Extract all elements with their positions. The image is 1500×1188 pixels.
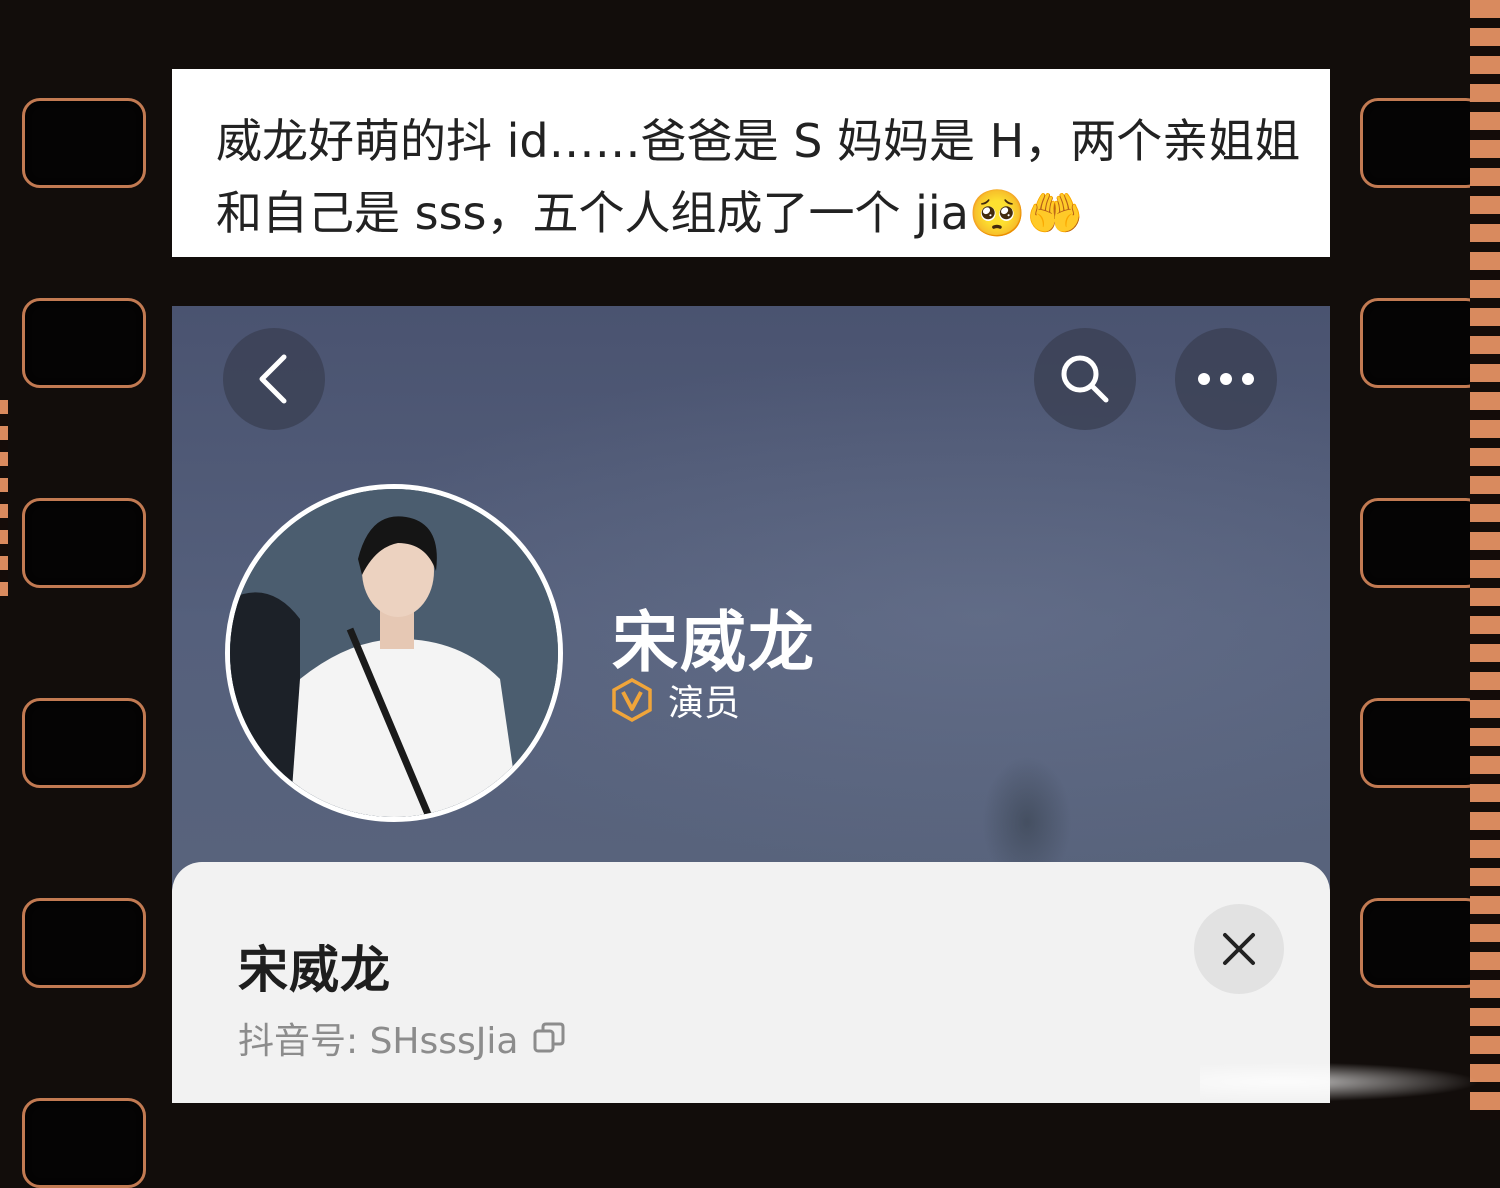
close-icon [1223, 933, 1255, 965]
film-perforation [22, 98, 146, 188]
avatar-photo [230, 489, 558, 817]
more-dots-icon [1198, 373, 1254, 385]
douyin-id-row: 抖音号: SHsssJia [238, 1012, 566, 1064]
profile-sheet: 宋威龙 抖音号: SHsssJia [172, 862, 1330, 1103]
profile-name: 宋威龙 [612, 604, 816, 681]
douyin-id-label: 抖音号: [238, 1021, 370, 1062]
sheet-name: 宋威龙 [238, 941, 391, 999]
copy-icon[interactable] [532, 1021, 566, 1055]
caption-card: 威龙好萌的抖 id……爸爸是 S 妈妈是 H，两个亲姐姐 和自己是 sss，五个… [172, 69, 1330, 257]
film-perforation [1360, 898, 1484, 988]
verified-v-icon [612, 678, 652, 722]
caption-line-2-text: 和自己是 sss，五个人组成了一个 jia [216, 186, 969, 240]
palms-up-emoji: 🤲 [1026, 186, 1084, 240]
more-button[interactable] [1175, 328, 1277, 430]
film-perforation [22, 1098, 146, 1188]
film-perforation [1360, 498, 1484, 588]
chevron-left-icon [259, 354, 287, 404]
douyin-id: 抖音号: SHsssJia [238, 1012, 518, 1064]
back-button[interactable] [223, 328, 325, 430]
avatar[interactable] [225, 484, 563, 822]
search-icon [1061, 355, 1109, 403]
film-perforation [1360, 698, 1484, 788]
verified-label: 演员 [668, 683, 741, 724]
background-tree [982, 756, 1072, 866]
film-edge-strip-left [0, 400, 8, 600]
search-button[interactable] [1034, 328, 1136, 430]
caption-line-2: 和自己是 sss，五个人组成了一个 jia🥺🤲 [216, 177, 1320, 249]
verified-row: 演员 [610, 674, 740, 726]
film-perforation [22, 698, 146, 788]
close-button[interactable] [1194, 904, 1284, 994]
film-perforation [22, 298, 146, 388]
caption-line-1: 威龙好萌的抖 id……爸爸是 S 妈妈是 H，两个亲姐姐 [216, 114, 1301, 168]
pleading-face-emoji: 🥺 [968, 186, 1027, 240]
douyin-id-value: SHsssJia [369, 1021, 519, 1062]
film-perforation [1360, 298, 1484, 388]
film-edge-strip [1470, 0, 1500, 1120]
film-perforation [22, 498, 146, 588]
profile-screenshot: 宋威龙 演员 宋威龙 抖音号: SHsssJia [172, 306, 1330, 1103]
watermark [1200, 1062, 1480, 1102]
film-perforation [22, 898, 146, 988]
film-perforation [1360, 98, 1484, 188]
